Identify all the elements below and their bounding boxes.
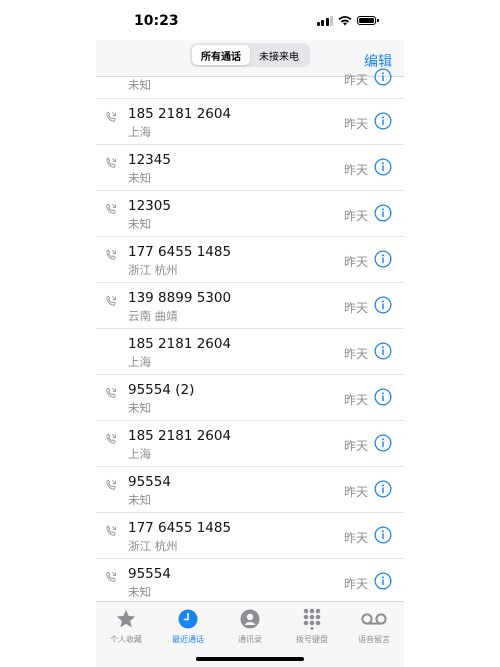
call-row[interactable]: 185 2181 2604 上海 昨天	[96, 421, 404, 467]
call-date: 昨天	[343, 117, 368, 131]
call-filter-segmented-control: 所有通话 未接来电	[190, 43, 310, 67]
caller-number: 177 6455 1485	[128, 244, 232, 260]
battery-icon	[357, 16, 379, 25]
segment-all-calls[interactable]: 所有通话	[192, 45, 250, 65]
caller-location: 未知	[128, 585, 151, 599]
info-icon[interactable]	[374, 204, 392, 222]
tab-label: 通讯录	[238, 635, 262, 644]
info-icon[interactable]	[374, 572, 392, 590]
caller-number: 12305	[128, 198, 171, 214]
outgoing-call-icon	[105, 154, 117, 168]
call-date: 昨天	[343, 73, 368, 87]
outgoing-call-icon	[105, 292, 117, 306]
caller-location: 云南 曲靖	[128, 309, 178, 323]
caller-location: 浙江 杭州	[128, 263, 178, 277]
recent-calls-list: 未知 昨天 185 2181 2604 上海 昨天 12345 未知 昨天 12305 未知 昨天 1…	[96, 68, 404, 605]
tab-label: 最近通话	[172, 635, 204, 644]
home-indicator	[196, 657, 304, 661]
tab-recents[interactable]: 最近通话	[158, 608, 218, 645]
status-icons	[316, 15, 379, 26]
caller-number: 185 2181 2604	[128, 336, 232, 352]
caller-number: 177 6455 1485	[128, 520, 232, 536]
info-icon[interactable]	[374, 112, 392, 130]
tab-contacts[interactable]: 通讯录	[220, 608, 280, 645]
call-date: 昨天	[343, 347, 368, 361]
call-date: 昨天	[343, 301, 368, 315]
caller-number: 95554 (2)	[128, 382, 195, 398]
star-icon	[116, 609, 136, 628]
outgoing-call-icon	[105, 568, 117, 582]
tab-label: 个人收藏	[110, 635, 142, 644]
call-date: 昨天	[343, 531, 368, 545]
caller-location: 未知	[128, 401, 151, 415]
caller-location: 上海	[128, 125, 151, 139]
caller-number: 95554	[128, 474, 171, 490]
call-row[interactable]: 95554 未知 昨天	[96, 559, 404, 605]
tab-voicemail[interactable]: 语音留言	[344, 608, 404, 645]
clock-icon	[178, 609, 198, 629]
outgoing-call-icon	[105, 430, 117, 444]
call-date: 昨天	[343, 485, 368, 499]
tab-label: 语音留言	[358, 635, 390, 644]
call-date: 昨天	[343, 577, 368, 591]
info-icon[interactable]	[374, 296, 392, 314]
caller-number: 185 2181 2604	[128, 428, 232, 444]
call-row[interactable]: 139 8899 5300 云南 曲靖 昨天	[96, 283, 404, 329]
call-row[interactable]: 185 2181 2604 上海 昨天	[96, 329, 404, 375]
contact-icon	[240, 609, 260, 629]
caller-location: 未知	[128, 171, 151, 185]
tab-label: 拨号键盘	[296, 635, 328, 644]
info-icon[interactable]	[374, 526, 392, 544]
caller-number: 12345	[128, 152, 171, 168]
info-icon[interactable]	[374, 158, 392, 176]
call-row[interactable]: 未知 昨天	[96, 68, 404, 99]
call-row[interactable]: 12305 未知 昨天	[96, 191, 404, 237]
signal-icon	[316, 15, 333, 26]
caller-location: 上海	[128, 447, 151, 461]
call-row[interactable]: 12345 未知 昨天	[96, 145, 404, 191]
tab-favorites[interactable]: 个人收藏	[96, 608, 156, 645]
call-date: 昨天	[343, 209, 368, 223]
caller-location: 浙江 杭州	[128, 539, 178, 553]
wifi-icon	[338, 16, 352, 26]
call-row[interactable]: 177 6455 1485 浙江 杭州 昨天	[96, 513, 404, 559]
caller-number: 139 8899 5300	[128, 290, 232, 306]
tab-keypad[interactable]: 拨号键盘	[282, 608, 342, 645]
outgoing-call-icon	[105, 476, 117, 490]
call-date: 昨天	[343, 163, 368, 177]
call-date: 昨天	[343, 255, 368, 269]
outgoing-call-icon	[105, 522, 117, 536]
caller-number: 185 2181 2604	[128, 106, 232, 122]
info-icon[interactable]	[374, 68, 392, 86]
info-icon[interactable]	[374, 342, 392, 360]
call-row[interactable]: 95554 (2) 未知 昨天	[96, 375, 404, 421]
call-date: 昨天	[343, 393, 368, 407]
info-icon[interactable]	[374, 250, 392, 268]
status-bar: 10:23	[96, 0, 404, 40]
outgoing-call-icon	[105, 384, 117, 398]
info-icon[interactable]	[374, 388, 392, 406]
voicemail-icon	[361, 613, 387, 625]
caller-number: 95554	[128, 566, 171, 582]
call-date: 昨天	[343, 439, 368, 453]
keypad-icon	[303, 608, 321, 630]
caller-location: 未知	[128, 493, 151, 507]
segment-missed-calls[interactable]: 未接来电	[250, 45, 308, 65]
call-row[interactable]: 177 6455 1485 浙江 杭州 昨天	[96, 237, 404, 283]
outgoing-call-icon	[105, 246, 117, 260]
call-row[interactable]: 95554 未知 昨天	[96, 467, 404, 513]
phone-screen: 10:23 所有通话 未接来电 编辑 未知 昨天 185 2181 2604 上海 昨天…	[96, 0, 404, 667]
caller-location: 未知	[128, 217, 151, 231]
info-icon[interactable]	[374, 480, 392, 498]
status-time: 10:23	[134, 13, 179, 29]
caller-location: 上海	[128, 355, 151, 369]
caller-location: 未知	[128, 78, 151, 92]
outgoing-call-icon	[105, 200, 117, 214]
info-icon[interactable]	[374, 434, 392, 452]
call-row[interactable]: 185 2181 2604 上海 昨天	[96, 99, 404, 145]
outgoing-call-icon	[105, 108, 117, 122]
